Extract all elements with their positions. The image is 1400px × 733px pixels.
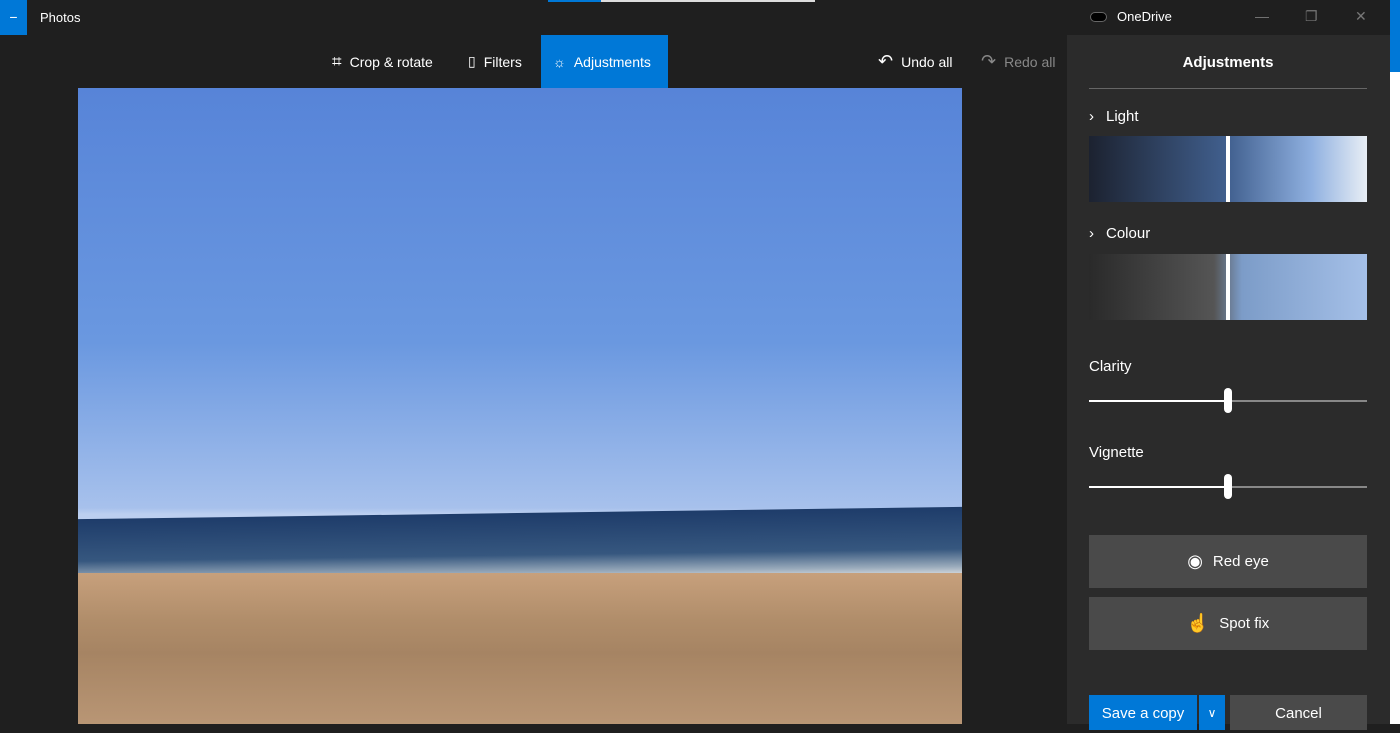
spot-fix-label: Spot fix <box>1219 615 1270 632</box>
filters-button[interactable]: ▯ Filters <box>456 35 534 88</box>
chevron-down-icon: ∨ <box>1207 706 1217 720</box>
vignette-label: Vignette <box>1089 444 1144 461</box>
colour-label: Colour <box>1106 225 1151 242</box>
filters-label: Filters <box>483 53 522 70</box>
divider <box>1089 88 1367 89</box>
sun-icon: ☼ <box>553 53 566 70</box>
red-eye-label: Red eye <box>1212 553 1269 570</box>
spot-fix-button[interactable]: ☝ Spot fix <box>1089 597 1367 650</box>
crop-rotate-button[interactable]: ⌗ Crop & rotate <box>320 35 445 88</box>
colour-slider[interactable] <box>1089 254 1367 320</box>
vignette-thumb[interactable] <box>1224 474 1232 499</box>
undo-icon: ↶ <box>878 51 894 71</box>
onedrive-status[interactable]: OneDrive <box>1090 9 1172 24</box>
chevron-right-icon: › <box>1089 225 1094 242</box>
redo-label: Redo all <box>1004 53 1056 70</box>
cloud-icon <box>1090 11 1107 22</box>
save-copy-button[interactable]: Save a copy <box>1089 695 1197 730</box>
vignette-slider[interactable] <box>1089 474 1367 499</box>
restore-button[interactable]: ❐ <box>1305 8 1318 25</box>
panel-title: Adjustments <box>1182 54 1274 71</box>
touch-icon: ☝ <box>1186 613 1210 633</box>
back-button[interactable]: − <box>0 0 27 35</box>
clarity-label: Clarity <box>1089 358 1132 375</box>
adjustments-tab[interactable]: ☼ Adjustments <box>541 35 668 88</box>
crop-label: Crop & rotate <box>349 53 433 70</box>
clarity-fill <box>1089 400 1228 402</box>
redo-all-button[interactable]: ↷ Redo all <box>969 35 1067 88</box>
back-icon: − <box>9 9 18 25</box>
undo-label: Undo all <box>901 53 953 70</box>
adjustments-label: Adjustments <box>573 53 651 70</box>
light-slider[interactable] <box>1089 136 1367 202</box>
light-slider-handle[interactable] <box>1226 136 1230 202</box>
light-label: Light <box>1106 108 1139 125</box>
app-title: Photos <box>40 10 81 25</box>
chevron-right-icon: › <box>1089 108 1094 125</box>
background-window-edge <box>1390 0 1400 724</box>
clarity-slider[interactable] <box>1089 388 1367 413</box>
save-options-dropdown[interactable]: ∨ <box>1199 695 1225 730</box>
progress-bar-track <box>601 0 815 2</box>
eye-icon: ◉ <box>1187 551 1203 571</box>
undo-all-button[interactable]: ↶ Undo all <box>866 35 964 88</box>
colour-section-toggle[interactable]: › Colour <box>1089 225 1150 242</box>
light-section-toggle[interactable]: › Light <box>1089 108 1139 125</box>
clarity-thumb[interactable] <box>1224 388 1232 413</box>
crop-icon: ⌗ <box>332 51 342 71</box>
onedrive-label: OneDrive <box>1117 9 1172 24</box>
title-bar <box>0 0 1390 35</box>
progress-bar-fill <box>548 0 601 2</box>
close-button[interactable]: ✕ <box>1355 8 1367 25</box>
cancel-button[interactable]: Cancel <box>1230 695 1367 730</box>
vignette-fill <box>1089 486 1228 488</box>
red-eye-button[interactable]: ◉ Red eye <box>1089 535 1367 588</box>
redo-icon: ↷ <box>981 51 997 71</box>
minimize-button[interactable]: — <box>1255 8 1269 24</box>
photo-sand <box>78 573 962 724</box>
photo-canvas[interactable] <box>78 88 962 724</box>
colour-slider-handle[interactable] <box>1226 254 1230 320</box>
brush-icon: ▯ <box>468 53 476 69</box>
